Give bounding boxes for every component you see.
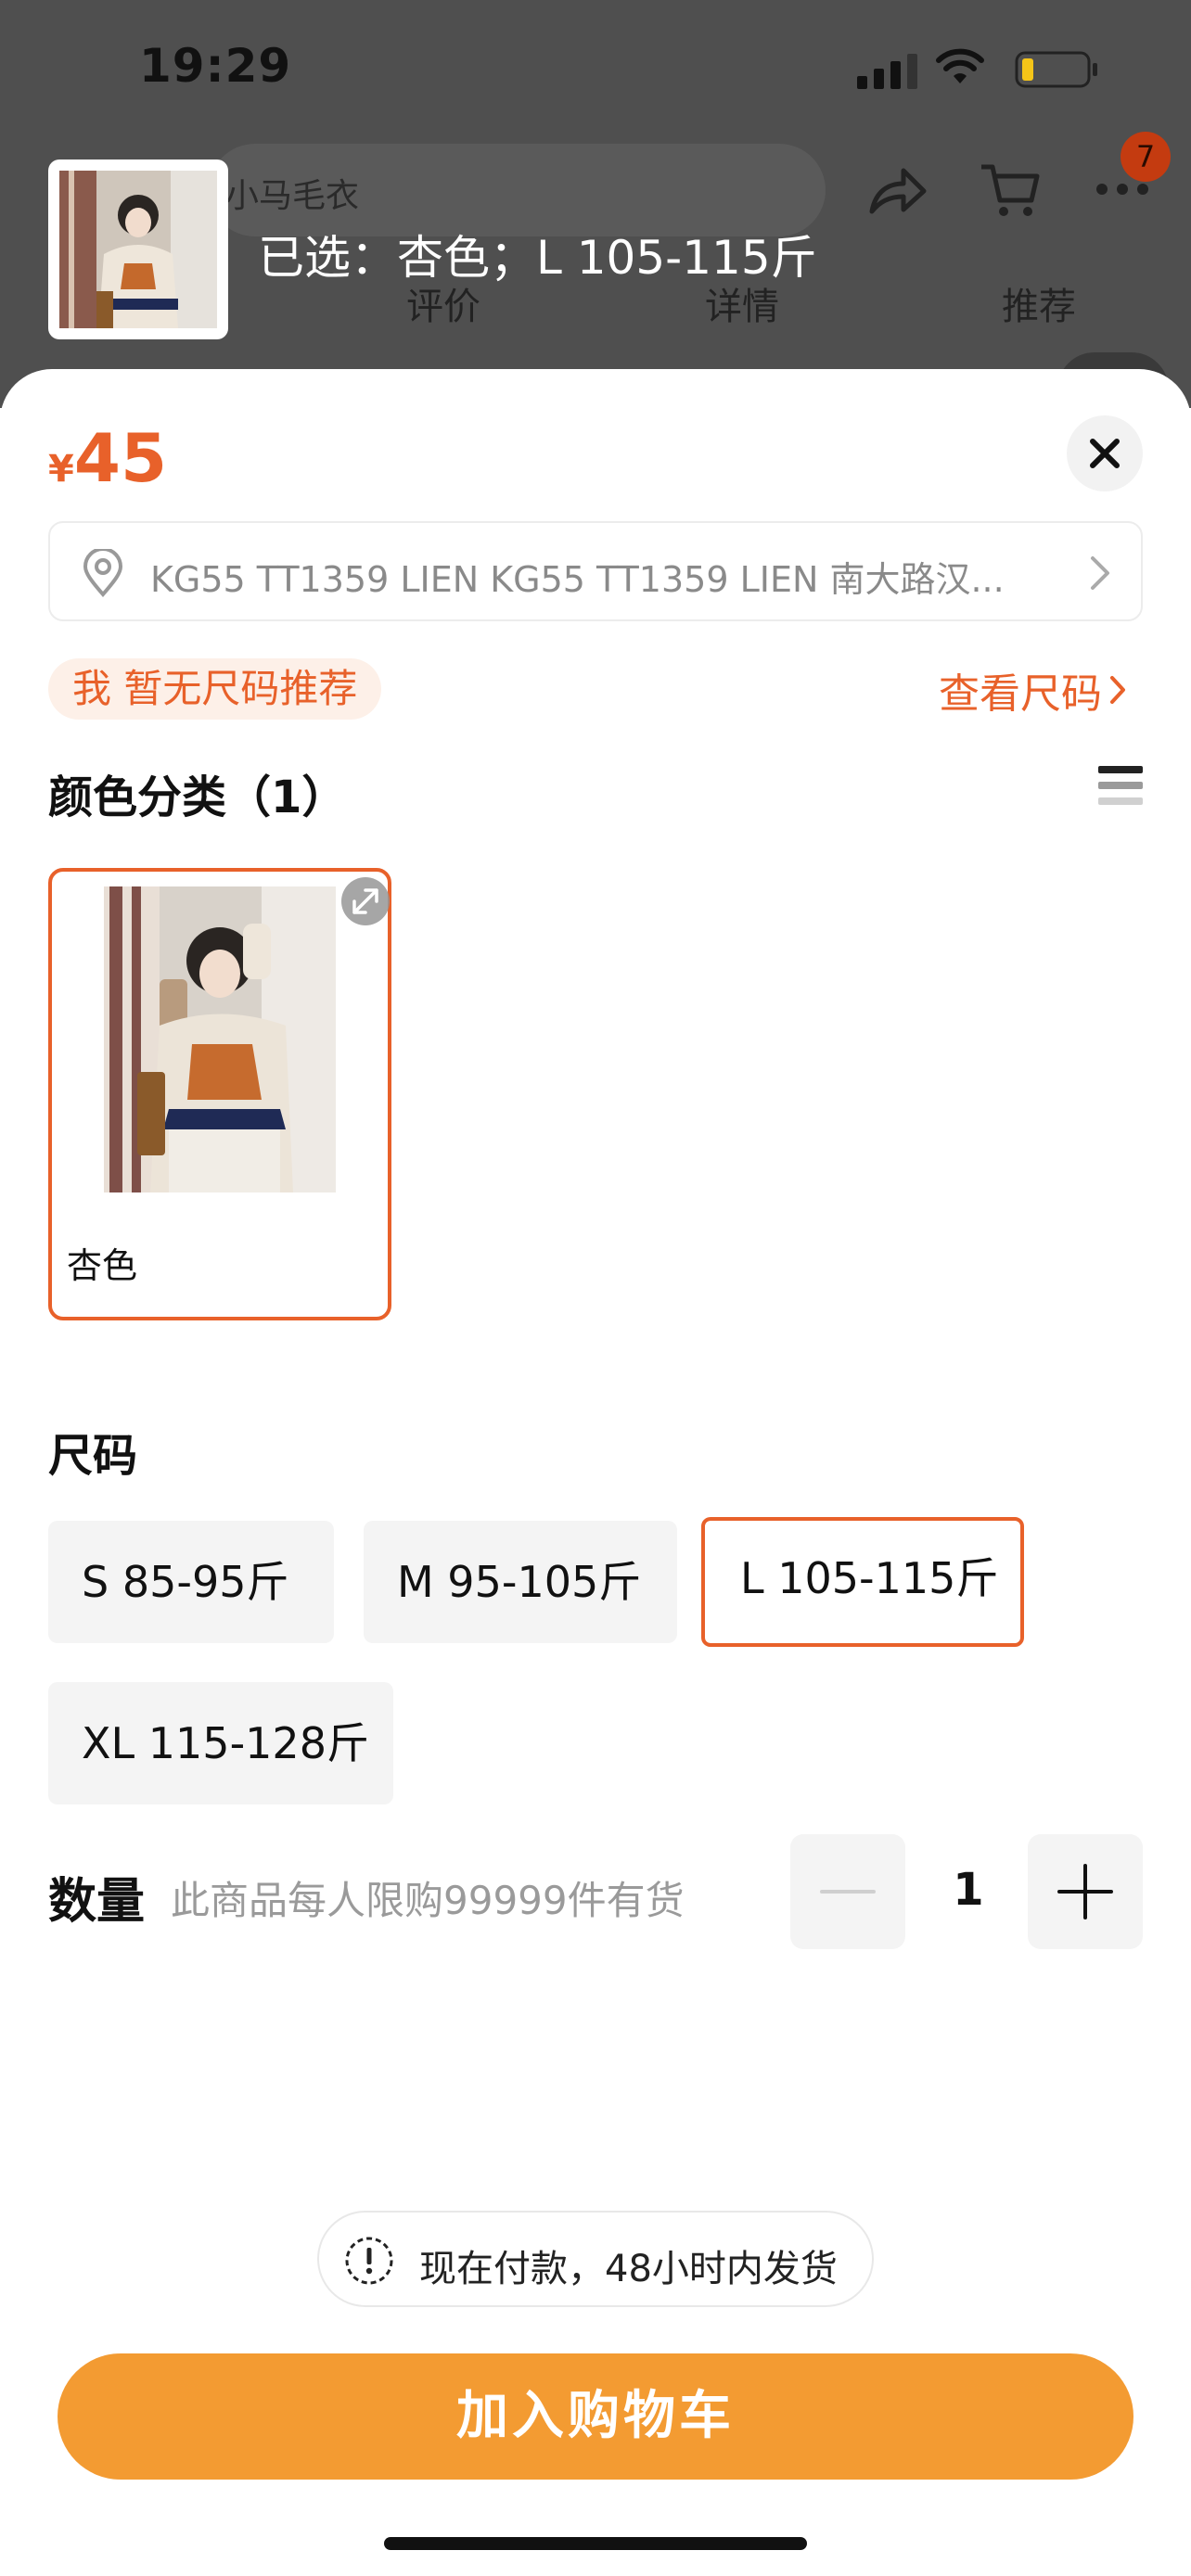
quantity-increase-button[interactable] [1028,1834,1143,1949]
size-section-title: 尺码 [48,1430,138,1482]
price: ¥45 [48,419,167,497]
color-option-image [104,886,336,1192]
quantity-decrease-button[interactable] [790,1834,905,1949]
cart-icon [981,164,1040,216]
share-icon [869,168,927,214]
chevron-right-icon [1091,556,1109,590]
color-option-apricot[interactable]: 杏色 [48,868,391,1320]
wifi-icon [936,48,984,83]
cart-count-badge: 7 [1121,132,1171,182]
view-size-chart-label: 查看尺码 [939,670,1102,718]
color-section-title: 颜色分类（1） [48,772,347,823]
background-search-text: 小马毛衣 [225,177,360,215]
signal-icon [857,52,917,89]
chevron-right-icon [1110,676,1125,704]
size-option-xl[interactable]: XL 115-128斤 [48,1682,393,1804]
size-option-l[interactable]: L 105-115斤 [701,1517,1024,1647]
product-photo [104,886,336,1192]
expand-image-button[interactable] [341,877,390,925]
location-pin-icon [83,549,123,597]
price-currency: ¥ [48,448,74,491]
plus-icon [1057,1864,1113,1919]
status-bar: 19:29 [0,0,1191,139]
add-to-cart-button[interactable]: 加入购物车 [58,2353,1133,2480]
quantity-label: 数量 [48,1874,146,1930]
expand-icon [352,888,378,914]
quantity-limit-note: 此商品每人限购99999件有货 [171,1878,685,1923]
tab-recommend: 推荐 [1002,286,1076,328]
more-icon [1096,184,1148,195]
list-view-icon[interactable] [1098,766,1143,810]
minus-icon [820,1890,876,1894]
selected-variant-summary: 已选：杏色；L 105-115斤 [258,231,817,285]
shipping-notice-text: 现在付款，48小时内发货 [419,2248,838,2290]
info-icon [345,2237,393,2285]
size-option-m[interactable]: M 95-105斤 [364,1521,677,1643]
battery-icon [1015,51,1097,88]
product-photo [59,171,217,328]
close-button[interactable] [1067,415,1143,491]
selected-product-thumbnail [48,159,228,339]
address-text: KG55 TT1359 LIEN KG55 TT1359 LIEN 南大路汉..… [150,559,1005,600]
status-time: 19:29 [139,39,292,93]
address-selector[interactable]: KG55 TT1359 LIEN KG55 TT1359 LIEN 南大路汉..… [48,521,1143,621]
home-indicator[interactable] [384,2537,807,2550]
quantity-value[interactable]: 1 [933,1864,1004,1916]
close-icon [1090,439,1120,468]
view-size-chart-link[interactable]: 查看尺码 [939,660,1126,720]
size-option-s[interactable]: S 85-95斤 [48,1521,334,1643]
size-recommendation-badge[interactable]: 我 暂无尺码推荐 [48,658,382,720]
color-option-label: 杏色 [67,1245,138,1286]
price-value: 45 [73,419,168,497]
shipping-notice: 现在付款，48小时内发货 [317,2211,874,2307]
